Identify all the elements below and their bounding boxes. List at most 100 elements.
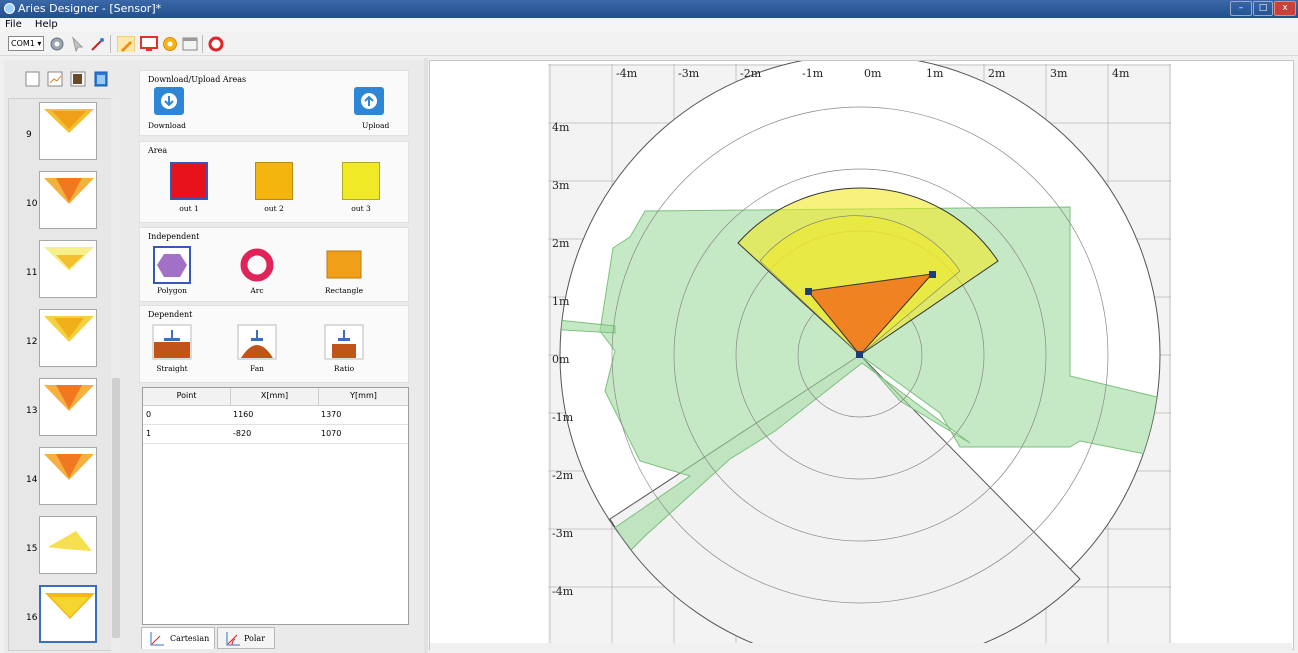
arc-tool-button[interactable]: Arc [227,246,287,295]
thumbnail-preview[interactable] [39,585,97,643]
area-out2-swatch [255,162,293,200]
pane-splitter[interactable] [424,58,428,653]
thumbnail-item[interactable]: 9 [8,100,116,169]
thumbnail-preview[interactable] [39,309,97,367]
title-bar: Aries Designer - [Sensor]* – □ x [0,0,1298,18]
arc-label: Arc [250,286,264,295]
thumbnail-preview[interactable] [39,102,97,160]
coordinate-tabs: Cartesian Polar [141,627,411,651]
download-icon[interactable] [154,87,184,115]
com-port-select[interactable]: COM1 ▾ [8,36,44,51]
wand-icon[interactable] [90,36,106,52]
menu-help[interactable]: Help [30,18,63,32]
thumbnail-item[interactable]: 10 [8,169,116,238]
thumbnail-number: 11 [26,268,38,278]
tab-cartesian[interactable]: Cartesian [141,627,215,649]
copy-icon[interactable] [70,71,86,87]
menu-file[interactable]: File [0,18,27,32]
thumbnail-preview[interactable] [39,378,97,436]
area-out1-button[interactable]: out 1 [159,162,219,213]
thumbnail-preview[interactable] [39,240,97,298]
cell-x[interactable]: 1160 [233,410,253,419]
y-axis-label: -1m [552,411,574,424]
fan-tool-button[interactable]: Fan [227,324,287,373]
chart-icon[interactable] [47,71,63,87]
straight-tool-button[interactable]: Straight [142,324,202,373]
fan-label: Fan [250,364,264,373]
area-title: Area [148,146,168,155]
area-out3-label: out 3 [351,204,371,213]
thumbnail-preview[interactable] [39,171,97,229]
polygon-tool-button[interactable]: Polygon [142,246,202,295]
x-axis-label: 1m [926,67,944,80]
area-out3-button[interactable]: out 3 [331,162,391,213]
vertex-handle-point-0[interactable] [929,271,936,278]
x-axis-label: -3m [678,67,700,80]
ratio-tool-button[interactable]: Ratio [314,324,374,373]
thumbnail-preview[interactable] [39,516,97,574]
thumbnail-item[interactable]: 14 [8,445,116,514]
area-out2-button[interactable]: out 2 [244,162,304,213]
thumbnail-item[interactable]: 11 [8,238,116,307]
thumbnail-item[interactable]: 15 [8,514,116,583]
cell-point[interactable]: 1 [146,429,151,438]
sensor-plot[interactable]: -4m -3m -2m -1m 0m 1m 2m 3m 4m 4m3m2m1m0m-1m-2m-… [430,61,1293,644]
minimize-button[interactable]: – [1230,1,1252,16]
thumbnail-shape [48,531,92,551]
maximize-button[interactable]: □ [1253,1,1273,16]
gear-icon[interactable] [162,36,178,52]
x-axis-label: -1m [802,67,824,80]
sensor-canvas[interactable]: -4m -3m -2m -1m 0m 1m 2m 3m 4m 4m 3m 2m 1m 0m -1m -2m -… [429,60,1294,650]
cell-y[interactable]: 1370 [321,410,341,419]
edit-pencil-icon[interactable] [117,36,135,52]
thumbnail-shape [45,593,95,619]
new-file-icon[interactable] [25,71,40,87]
thumbnail-shape [44,178,94,204]
x-axis-label: -4m [616,67,638,80]
thumbnail-preview[interactable] [39,447,97,505]
monitor-icon[interactable] [140,36,158,52]
stop-icon[interactable] [208,36,224,52]
thumbnail-number: 12 [26,337,38,347]
independent-section: Independent Polygon Arc Rectangle [139,227,409,302]
com-port-value: COM1 [11,39,35,48]
points-table: Point X[mm] Y[mm] 0 1160 1370 1 -820 107… [142,387,409,625]
y-axis-label: -4m [552,585,574,598]
trash-icon[interactable] [94,71,108,87]
vertex-handle-origin[interactable] [856,351,863,358]
canvas-hscrollbar[interactable] [430,643,1292,652]
thumbnail-item[interactable]: 12 [8,307,116,376]
thumbnail-number: 14 [26,475,38,485]
thumbnail-number: 10 [26,199,38,209]
y-axis-label: 2m [552,237,570,250]
x-axis-label: 2m [988,67,1006,80]
polygon-icon [153,246,191,284]
tab-polar[interactable]: Polar [217,627,275,649]
cell-x[interactable]: -820 [233,429,251,438]
vertex-handle-point-1[interactable] [805,288,812,295]
close-button[interactable]: x [1274,1,1296,16]
app-icon [4,3,15,14]
tab-polar-label: Polar [244,634,266,643]
area-out1-swatch [170,162,208,200]
x-axis-label: 4m [1112,67,1130,80]
table-row[interactable]: 1 -820 1070 [143,425,408,444]
fan-icon [237,324,277,360]
upload-icon[interactable] [354,87,384,115]
thumbnail-item[interactable]: 13 [8,376,116,445]
window-icon[interactable] [182,36,198,52]
table-row[interactable]: 0 1160 1370 [143,406,408,425]
cell-y[interactable]: 1070 [321,429,341,438]
window-title: Aries Designer - [Sensor]* [18,2,162,15]
download-label: Download [148,121,186,130]
y-axis-label: 0m [552,353,570,366]
ratio-icon [324,324,364,360]
cell-point[interactable]: 0 [146,410,151,419]
cursor-icon[interactable] [70,36,86,52]
rectangle-tool-button[interactable]: Rectangle [314,246,374,295]
thumbnail-number: 16 [26,613,38,623]
col-y: Y[mm] [350,391,377,400]
connect-icon[interactable] [49,36,65,52]
thumbnail-item[interactable]: 16 [8,583,116,652]
thumbnail-number: 9 [26,130,32,140]
